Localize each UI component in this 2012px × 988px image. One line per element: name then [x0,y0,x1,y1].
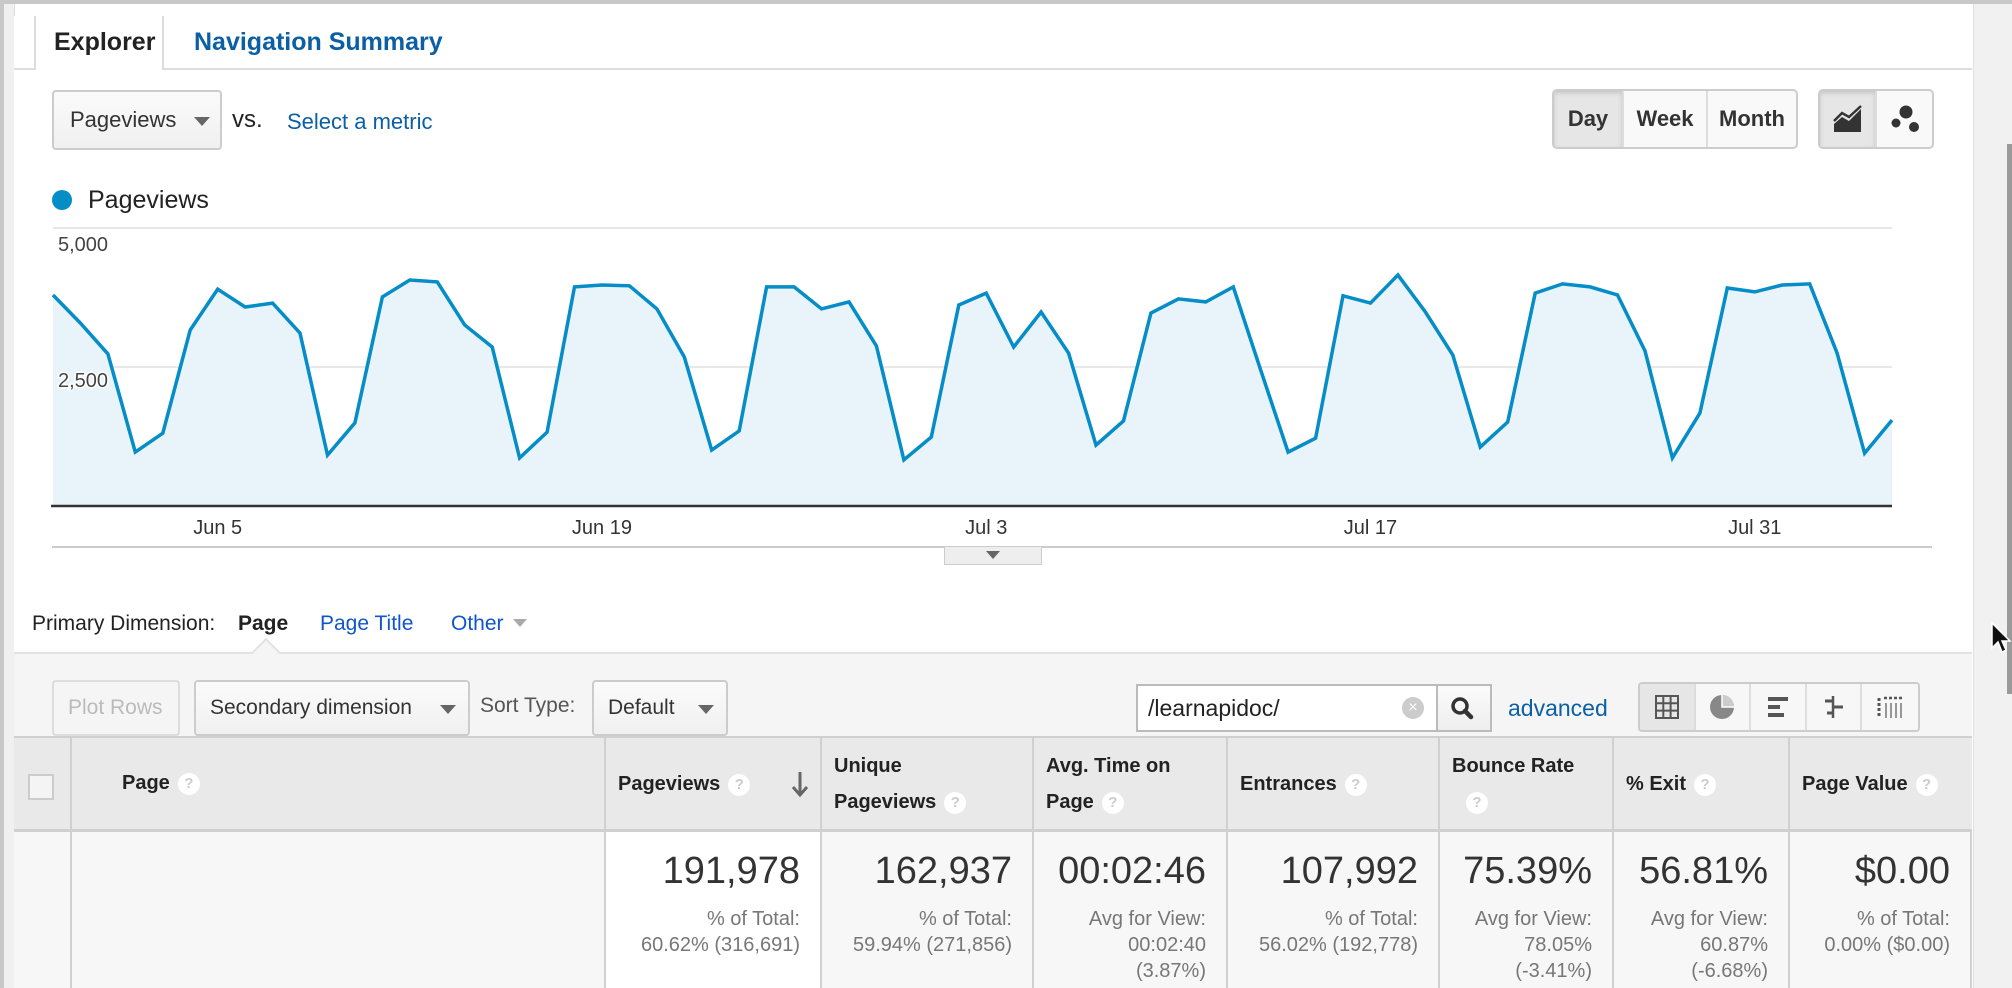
data-point[interactable] [1804,278,1816,290]
x-tick-label: Jul 31 [1728,517,1781,539]
x-tick-label: Jul 17 [1344,517,1397,539]
data-point[interactable] [184,324,196,336]
data-point[interactable] [349,417,361,429]
data-point[interactable] [1886,414,1898,426]
data-point[interactable] [1694,407,1706,419]
data-point[interactable] [816,303,828,315]
data-point[interactable] [1502,416,1514,428]
data-point[interactable] [1474,441,1486,453]
data-point[interactable] [1639,345,1651,357]
data-point[interactable] [321,449,333,461]
data-point[interactable] [1612,289,1624,301]
data-point[interactable] [1145,307,1157,319]
data-point[interactable] [129,446,141,458]
data-point[interactable] [1776,279,1788,291]
data-point[interactable] [102,348,114,360]
data-point[interactable] [1529,287,1541,299]
y-tick-label: 5,000 [58,234,108,256]
y-tick-label: 2,500 [58,370,108,392]
data-point[interactable] [1392,269,1404,281]
data-point[interactable] [1337,290,1349,302]
data-point[interactable] [569,281,581,293]
data-point[interactable] [1117,415,1129,427]
data-point[interactable] [1090,439,1102,451]
data-point[interactable] [788,281,800,293]
data-point[interactable] [898,454,910,466]
data-point[interactable] [953,299,965,311]
data-point[interactable] [980,287,992,299]
data-point[interactable] [1749,286,1761,298]
x-tick-label: Jun 19 [572,517,632,539]
data-point[interactable] [157,427,169,439]
data-point[interactable] [925,431,937,443]
data-point[interactable] [1282,446,1294,458]
data-point[interactable] [1364,297,1376,309]
data-point[interactable] [1831,347,1843,359]
data-point[interactable] [376,291,388,303]
data-point[interactable] [1584,281,1596,293]
data-point[interactable] [678,351,690,363]
data-point[interactable] [1008,341,1020,353]
data-point[interactable] [486,341,498,353]
data-point[interactable] [74,317,86,329]
data-point[interactable] [596,279,608,291]
data-point[interactable] [239,301,251,313]
data-point[interactable] [404,274,416,286]
data-point[interactable] [706,444,718,456]
data-point[interactable] [267,297,279,309]
data-point[interactable] [1200,296,1212,308]
data-point[interactable] [514,452,526,464]
data-point[interactable] [651,303,663,315]
data-point[interactable] [212,283,224,295]
data-point[interactable] [1063,347,1075,359]
data-point[interactable] [459,319,471,331]
pageviews-chart: 5,000 2,500 Jun 5 Jun 19 Jul 3 Jul 17 Jul 31 [47,227,1898,539]
data-point[interactable] [843,296,855,308]
data-point[interactable] [294,327,306,339]
data-point[interactable] [1666,452,1678,464]
data-point[interactable] [1227,281,1239,293]
data-point[interactable] [1035,306,1047,318]
data-point[interactable] [47,289,59,301]
x-tick-label: Jul 3 [965,517,1007,539]
mouse-cursor-icon [1991,622,2012,654]
data-point[interactable] [541,426,553,438]
data-point[interactable] [761,281,773,293]
data-point[interactable] [1255,364,1267,376]
pageviews-area [53,275,1892,506]
vertical-scrollbar[interactable] [1973,4,2012,988]
data-point[interactable] [431,276,443,288]
data-point[interactable] [1859,447,1871,459]
data-point[interactable] [1557,278,1569,290]
data-point[interactable] [733,425,745,437]
data-point[interactable] [1172,293,1184,305]
data-point[interactable] [1447,349,1459,361]
data-point[interactable] [1419,306,1431,318]
data-point[interactable] [1310,432,1322,444]
data-point[interactable] [870,340,882,352]
scrollbar-thumb[interactable] [2007,144,2012,694]
data-point[interactable] [1721,282,1733,294]
data-point[interactable] [623,280,635,292]
x-tick-label: Jun 5 [193,517,242,539]
